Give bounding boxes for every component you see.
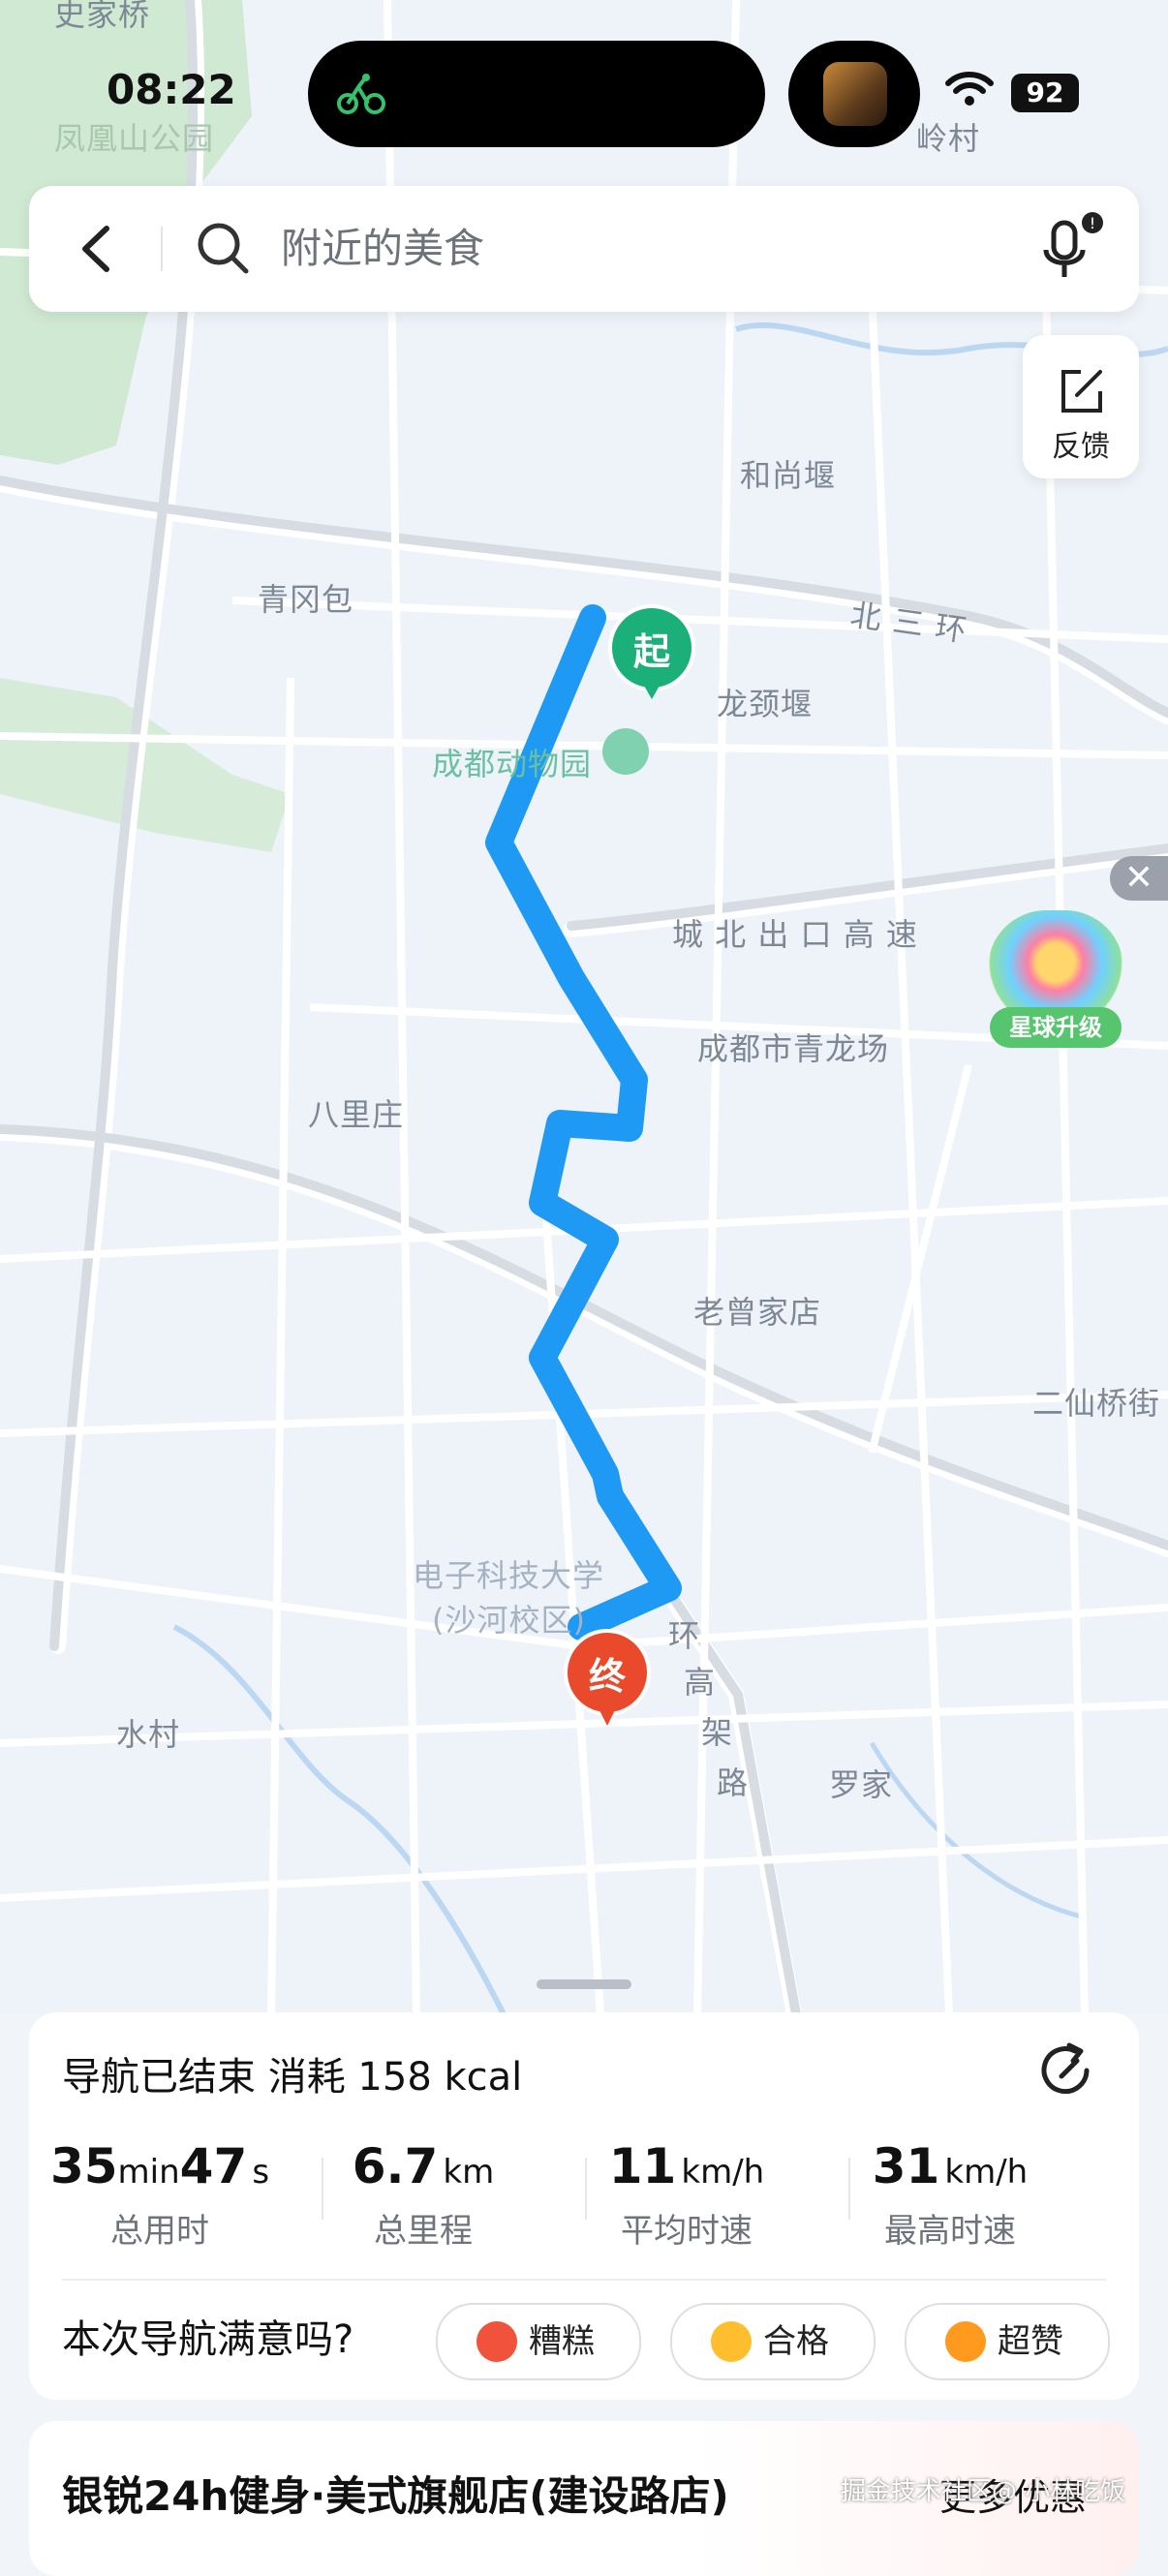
map-label: 二仙桥街 [1032,1385,1161,1422]
stat-distance: 6.7 km 总里程 [292,2138,554,2252]
stat-value: 6.7 [352,2138,439,2194]
stat-unit: km/h [944,2153,1029,2192]
map-label: 八里庄 [308,1096,405,1133]
map-label: 成都市青龙场 [697,1030,890,1067]
map-label: 环 [668,1617,701,1654]
map-label: 岭村 [916,120,981,157]
rating-great-button[interactable]: 超赞 [905,2303,1110,2380]
map-label: 城 北 出 口 高 速 [672,916,918,953]
start-marker[interactable]: 起 [608,604,695,701]
stat-value: 35 [49,2138,118,2194]
map-label: 老曾家店 [693,1294,822,1331]
stat-unit: km/h [681,2153,765,2192]
close-promo-button[interactable]: ✕ [1110,856,1168,901]
stat-avg-speed: 11 km/h 平均时速 [556,2138,817,2252]
album-thumbnail [823,62,887,126]
map-label: 水村 [116,1716,181,1753]
search-bar[interactable]: 附近的美食 ! [29,186,1139,312]
map-label: 成都动物园 [432,746,593,782]
happy-face-icon [945,2321,986,2362]
stat-label: 最高时速 [884,2212,1016,2251]
end-marker[interactable]: 终 [564,1629,651,1730]
drag-handle[interactable] [537,1979,631,1989]
stat-value: 47 [179,2138,248,2194]
dynamic-island[interactable] [308,41,765,147]
share-icon[interactable] [1032,2038,1100,2105]
rating-ok-button[interactable]: 合格 [670,2303,876,2380]
promo-label: 星球升级 [990,1007,1122,1048]
stat-value: 31 [872,2138,940,2194]
map-label: 电子科技大学 [413,1557,605,1594]
rating-label: 糟糕 [529,2322,595,2361]
map-label: 架 [701,1714,734,1751]
rating-bad-button[interactable]: 糟糕 [436,2303,641,2380]
stat-total-time: 35min47 s 总用时 [29,2138,291,2252]
divider [62,2279,1106,2281]
stat-unit: s [252,2153,270,2192]
microphone-icon[interactable]: ! [1032,211,1110,289]
wifi-icon [945,72,994,106]
search-icon [198,223,249,274]
map-label: 罗家 [829,1766,894,1803]
promo-widget[interactable]: 星球升级 [978,910,1133,1056]
store-title: 银锐24h健身·美式旗舰店(建设路店) [62,2472,729,2520]
divider [161,227,163,271]
stat-unit: km [443,2153,495,2192]
map-label: 史家桥 [54,0,151,33]
back-icon[interactable] [68,217,126,281]
map-label: 凤凰山公园 [54,120,215,157]
panda-icon[interactable] [602,728,649,775]
edit-icon [1061,370,1102,413]
map-label: 龙颈堰 [717,686,814,722]
rating-question: 本次导航满意吗? [62,2317,354,2362]
map-label: 高 [684,1664,717,1701]
feedback-label: 反馈 [1052,430,1110,464]
stat-unit: min [117,2153,180,2192]
watermark: 掘金技术社区@ 小林吃饭 [841,2477,1126,2506]
angry-face-icon [476,2321,517,2362]
map-label: 青冈包 [258,581,354,618]
summary-title: 导航已结束 消耗 158 kcal [62,2055,523,2100]
stat-label: 平均时速 [621,2212,753,2251]
stat-label: 总里程 [374,2212,473,2251]
stat-max-speed: 31 km/h 最高时速 [819,2138,1081,2252]
navigation-summary-card: 导航已结束 消耗 158 kcal 35min47 s 总用时 6.7 km 总… [29,2012,1139,2400]
rating-label: 超赞 [998,2322,1063,2361]
stat-label: 总用时 [110,2212,209,2251]
status-time: 08:22 [107,66,236,113]
end-marker-label: 终 [588,1655,626,1698]
map-label: 和尚堰 [740,457,837,494]
svg-text:!: ! [1090,214,1095,232]
stat-value: 11 [608,2138,677,2194]
search-input[interactable]: 附近的美食 [281,215,484,283]
start-marker-label: 起 [632,630,670,673]
rating-label: 合格 [763,2322,829,2361]
map-label: 路 [717,1764,750,1801]
feedback-button[interactable]: 反馈 [1023,335,1139,478]
media-island[interactable] [788,41,920,147]
bicycle-icon [337,74,385,114]
neutral-face-icon [711,2321,752,2362]
battery-indicator: 92 [1011,74,1079,112]
